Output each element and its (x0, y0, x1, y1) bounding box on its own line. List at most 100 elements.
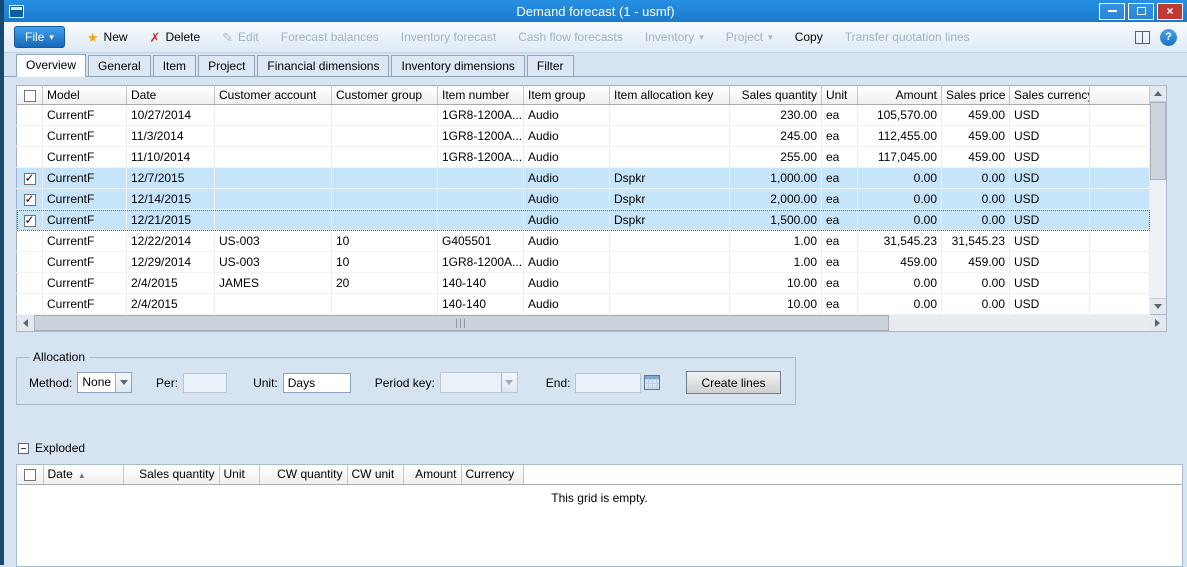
column-header-sales-price[interactable]: Sales price (942, 86, 1010, 105)
minimize-button[interactable] (1099, 3, 1125, 20)
scroll-right-button[interactable] (1149, 315, 1166, 331)
tab-item[interactable]: Item (153, 55, 196, 76)
vertical-scrollbar[interactable] (1150, 85, 1167, 315)
horizontal-scrollbar[interactable] (16, 315, 1167, 332)
file-menu-button[interactable]: File ▾ (14, 26, 65, 48)
method-dropdown-icon[interactable] (115, 373, 131, 392)
table-row[interactable]: CurrentF2/4/2015140-140Audio10.00ea0.000… (17, 294, 1150, 315)
tab-project[interactable]: Project (198, 55, 255, 76)
tab-general[interactable]: General (88, 55, 151, 76)
grid-cell: 2,000.00 (730, 189, 822, 210)
new-button[interactable]: ★New (87, 30, 128, 44)
column-header-item-allocation-key[interactable]: Item allocation key (610, 86, 730, 105)
table-row[interactable]: CurrentF12/7/2015AudioDspkr1,000.00ea0.0… (17, 168, 1150, 189)
scroll-left-button[interactable] (17, 315, 34, 331)
row-select-cell[interactable] (17, 252, 43, 273)
grid-cell: ea (822, 252, 858, 273)
collapse-icon[interactable] (18, 443, 29, 454)
row-select-cell[interactable] (17, 210, 43, 231)
table-row[interactable]: CurrentF12/14/2015AudioDspkr2,000.00ea0.… (17, 189, 1150, 210)
grid-cell (215, 168, 332, 189)
table-row[interactable]: CurrentF2/4/2015JAMES20140-140Audio10.00… (17, 273, 1150, 294)
period-key-select[interactable] (440, 372, 518, 393)
help-icon[interactable]: ? (1160, 29, 1177, 46)
tab-inventory-dimensions[interactable]: Inventory dimensions (391, 55, 524, 76)
column-header-customer-group[interactable]: Customer group (332, 86, 438, 105)
sort-ascending-icon: ▲ (78, 471, 86, 480)
end-input[interactable] (575, 373, 641, 393)
exploded-column-header-unit[interactable]: Unit (219, 465, 259, 484)
column-header-sales-currency[interactable]: Sales currency (1010, 86, 1090, 105)
grid-cell-filler (1090, 168, 1150, 189)
row-select-cell[interactable] (17, 231, 43, 252)
grid-cell: Audio (524, 168, 610, 189)
grid-cell: Audio (524, 273, 610, 294)
table-row[interactable]: CurrentF11/3/20141GR8-1200A...Audio245.0… (17, 126, 1150, 147)
select-all-checkbox[interactable] (24, 90, 36, 102)
column-header-item-group[interactable]: Item group (524, 86, 610, 105)
copy-button[interactable]: Copy (795, 30, 823, 44)
grid-cell (332, 126, 438, 147)
create-lines-button[interactable]: Create lines (686, 371, 780, 394)
grid-cell: 31,545.23 (858, 231, 942, 252)
window-panes-icon[interactable] (1135, 31, 1150, 44)
per-input[interactable] (183, 373, 227, 393)
column-header-amount[interactable]: Amount (858, 86, 942, 105)
horizontal-scroll-thumb[interactable] (34, 315, 889, 331)
method-select[interactable]: None (77, 372, 132, 393)
table-row[interactable]: CurrentF12/29/2014US-003101GR8-1200A...A… (17, 252, 1150, 273)
exploded-column-header-date[interactable]: Date▲ (43, 465, 123, 484)
delete-button[interactable]: ✗Delete (150, 30, 201, 44)
grid-cell: 459.00 (942, 147, 1010, 168)
table-row[interactable]: CurrentF11/10/20141GR8-1200A...Audio255.… (17, 147, 1150, 168)
column-header-customer-account[interactable]: Customer account (215, 86, 332, 105)
column-header-item-number[interactable]: Item number (438, 86, 524, 105)
row-select-cell[interactable] (17, 147, 43, 168)
table-row[interactable]: CurrentF12/22/2014US-00310G405501Audio1.… (17, 231, 1150, 252)
row-select-cell[interactable] (17, 273, 43, 294)
exploded-select-all-checkbox[interactable] (24, 469, 36, 481)
row-select-cell[interactable] (17, 126, 43, 147)
column-header-sales-quantity[interactable]: Sales quantity (730, 86, 822, 105)
close-button[interactable]: × (1157, 3, 1183, 20)
exploded-section-toggle[interactable]: Exploded (18, 441, 1187, 455)
exploded-column-header-sales-quantity[interactable]: Sales quantity (123, 465, 219, 484)
select-all-header[interactable] (17, 86, 43, 105)
row-select-cell[interactable] (17, 168, 43, 189)
inventory-button: Inventory▾ (645, 30, 704, 44)
scroll-up-button[interactable] (1150, 86, 1166, 102)
table-row[interactable]: CurrentF10/27/20141GR8-1200A...Audio230.… (17, 105, 1150, 126)
row-checkbox[interactable] (24, 173, 36, 185)
grid-cell: 1.00 (730, 252, 822, 273)
column-header-model[interactable]: Model (43, 86, 127, 105)
table-row[interactable]: CurrentF12/21/2015AudioDspkr1,500.00ea0.… (17, 210, 1150, 231)
grid-cell: USD (1010, 147, 1090, 168)
app-icon[interactable] (9, 5, 24, 18)
vertical-scroll-thumb[interactable] (1150, 102, 1166, 180)
exploded-select-all-header[interactable] (17, 465, 43, 484)
horizontal-scroll-track[interactable] (889, 315, 1149, 331)
grid-cell: 117,045.00 (858, 147, 942, 168)
column-header-unit[interactable]: Unit (822, 86, 858, 105)
unit-input[interactable] (283, 373, 351, 393)
grid-cell: 1.00 (730, 231, 822, 252)
scroll-down-button[interactable] (1150, 298, 1166, 314)
exploded-column-header-cw-quantity[interactable]: CW quantity (259, 465, 347, 484)
row-select-cell[interactable] (17, 105, 43, 126)
row-select-cell[interactable] (17, 189, 43, 210)
row-checkbox[interactable] (24, 215, 36, 227)
tab-filter[interactable]: Filter (527, 55, 574, 76)
row-select-cell[interactable] (17, 294, 43, 315)
grid-cell: 1GR8-1200A... (438, 105, 524, 126)
grid-cell-filler (1090, 273, 1150, 294)
exploded-column-header-cw-unit[interactable]: CW unit (347, 465, 403, 484)
exploded-column-header-currency[interactable]: Currency (461, 465, 523, 484)
calendar-icon[interactable] (644, 375, 660, 390)
grid-cell (215, 147, 332, 168)
tab-financial-dimensions[interactable]: Financial dimensions (257, 55, 389, 76)
row-checkbox[interactable] (24, 194, 36, 206)
tab-overview[interactable]: Overview (16, 54, 86, 77)
exploded-column-header-amount[interactable]: Amount (403, 465, 461, 484)
maximize-button[interactable] (1128, 3, 1154, 20)
column-header-date[interactable]: Date (127, 86, 215, 105)
